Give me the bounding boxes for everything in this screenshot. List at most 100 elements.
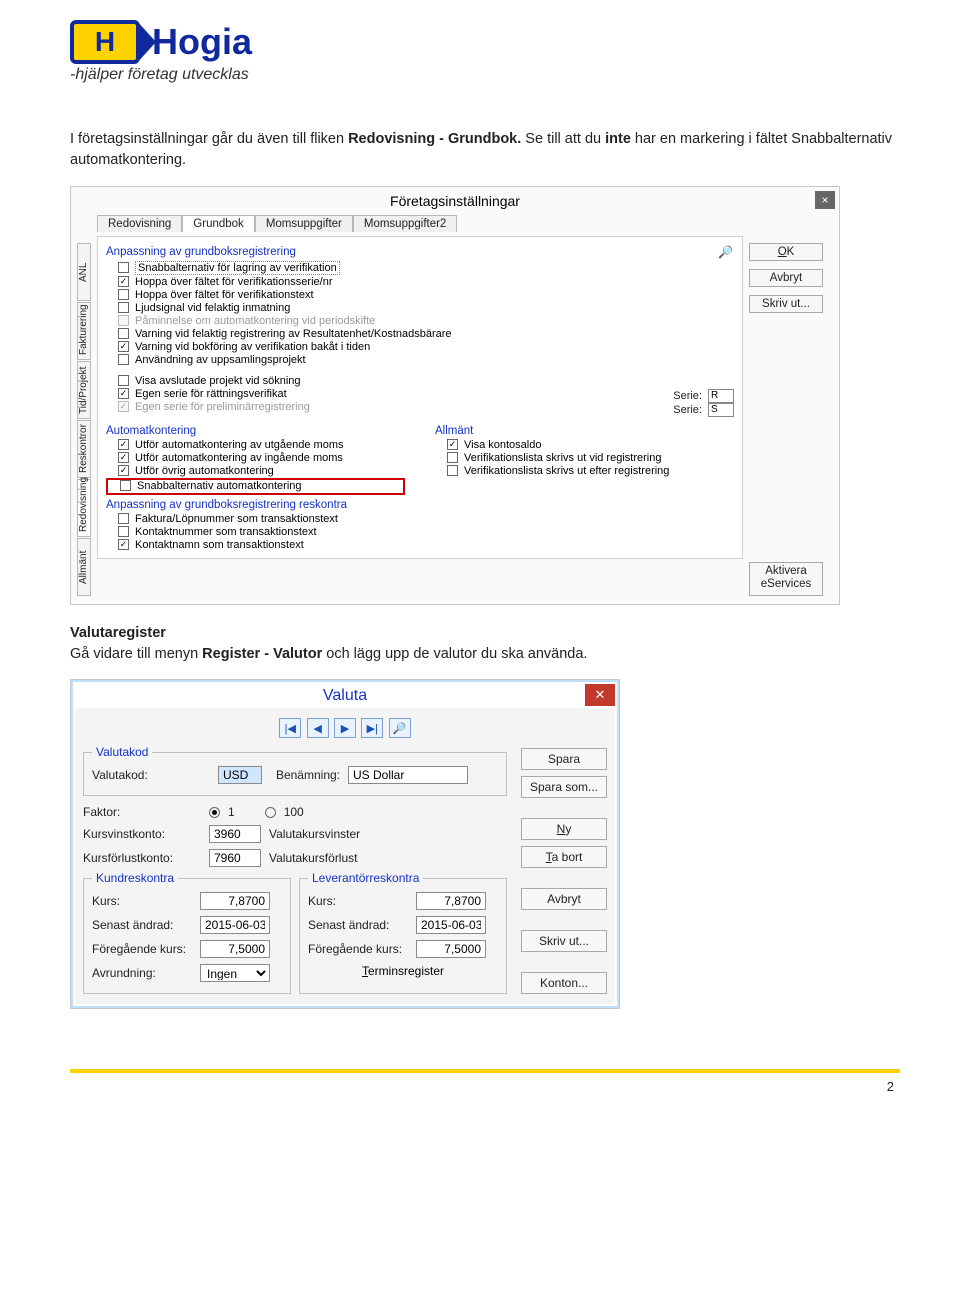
serie-s-input[interactable] — [708, 403, 734, 417]
tab-redovisning[interactable]: Redovisning — [97, 215, 182, 232]
avrundning-select[interactable]: Ingen — [200, 964, 270, 982]
vtab-reskontror[interactable]: Reskontror — [77, 420, 91, 478]
kund-fg-input[interactable] — [200, 940, 270, 958]
screenshot-foretagsinstallningar: × Företagsinställningar ANL Fakturering … — [70, 186, 840, 605]
nav-prev-icon[interactable]: ◀ — [307, 718, 329, 738]
logo-tagline: -hjälper företag utvecklas — [70, 66, 249, 84]
label-kursvinst: Kursvinstkonto: — [83, 827, 201, 841]
lev-kurs-input[interactable] — [416, 892, 486, 910]
valutakod-input[interactable] — [218, 766, 262, 784]
section-allmant: Allmänt — [435, 425, 734, 437]
kursvinst-text: Valutakursvinster — [269, 827, 360, 841]
kursforlust-input[interactable] — [209, 849, 261, 867]
label-senast: Senast ändrad: — [308, 918, 408, 932]
spara-som-button[interactable]: Spara som... — [521, 776, 607, 798]
vtab-anl[interactable]: ANL — [77, 243, 91, 301]
label-foregaende: Föregående kurs: — [92, 942, 192, 956]
brand-logo: H Hogia -hjälper företag utvecklas — [70, 20, 900, 84]
kursforlust-text: Valutakursförlust — [269, 851, 357, 865]
nav-first-icon[interactable]: |◀ — [279, 718, 301, 738]
ok-button[interactable]: OOKK — [749, 243, 823, 261]
nav-next-icon[interactable]: ▶ — [334, 718, 356, 738]
print-button[interactable]: Skriv ut... — [749, 295, 823, 313]
checkbox-row-snabb-auto[interactable]: Snabbalternativ automatkontering — [106, 478, 405, 495]
checkbox-row[interactable]: Kontaktnamn som transaktionstext — [106, 539, 734, 552]
tab-momsuppgifter2[interactable]: Momsuppgifter2 — [353, 215, 457, 232]
terminsregister-link[interactable]: Terminsregister — [362, 964, 444, 978]
checkbox-row[interactable]: Visa avslutade projekt vid sökning — [106, 375, 661, 388]
ta-bort-button[interactable]: Ta bort — [521, 846, 607, 868]
checkbox-row[interactable]: Ljudsignal vid felaktig inmatning — [106, 302, 734, 315]
radio-faktor-100[interactable] — [265, 807, 276, 818]
label-benamning: Benämning: — [270, 768, 340, 782]
instruction-paragraph-1: I företagsinställningar går du även till… — [70, 129, 900, 171]
label-kursforlust: Kursförlustkonto: — [83, 851, 201, 865]
vtab-fakturering[interactable]: Fakturering — [77, 302, 91, 360]
checkbox-row[interactable]: Faktura/Löpnummer som transaktionstext — [106, 513, 734, 526]
binoculars-icon[interactable]: 🔎 — [389, 718, 411, 738]
record-nav: |◀ ◀ ▶ ▶| 🔎 — [83, 714, 607, 744]
spara-button[interactable]: Spara — [521, 748, 607, 770]
avbryt-button[interactable]: Avbryt — [521, 888, 607, 910]
label-kurs: Kurs: — [308, 894, 408, 908]
checkbox-row[interactable]: Snabbalternativ för lagring av verifikat… — [106, 261, 734, 276]
close-icon[interactable]: × — [815, 191, 835, 209]
checkbox-row[interactable]: Hoppa över fältet för verifikationsserie… — [106, 276, 734, 289]
heading-valutaregister: Valutaregister — [70, 625, 166, 641]
vertical-tab-strip: ANL Fakturering Tid/Projekt Reskontror R… — [77, 215, 91, 596]
page-footer: 2 — [70, 1069, 900, 1094]
vtab-tidprojekt[interactable]: Tid/Projekt — [77, 361, 91, 419]
label-kurs: Kurs: — [92, 894, 192, 908]
dialog-button-column: OOKK Avbryt Skriv ut... AktiveraeService… — [749, 215, 833, 596]
skriv-ut-button[interactable]: Skriv ut... — [521, 930, 607, 952]
serie-label: Serie: — [673, 404, 702, 416]
konton-button[interactable]: Konton... — [521, 972, 607, 994]
checkbox-row[interactable]: Användning av uppsamlingsprojekt — [106, 354, 734, 367]
aktivera-eservices-button[interactable]: AktiveraeServices — [749, 562, 823, 596]
close-icon[interactable]: ✕ — [585, 684, 615, 706]
kund-kurs-input[interactable] — [200, 892, 270, 910]
nav-last-icon[interactable]: ▶| — [361, 718, 383, 738]
checkbox-row[interactable]: Varning vid bokföring av verifikation ba… — [106, 341, 734, 354]
checkbox-row[interactable]: Kontaktnummer som transaktionstext — [106, 526, 734, 539]
checkbox-row[interactable]: Utför automatkontering av ingående moms — [106, 452, 405, 465]
vtab-allmant[interactable]: Allmänt — [77, 538, 91, 596]
checkbox-row[interactable]: Varning vid felaktig registrering av Res… — [106, 328, 734, 341]
valuta-dialog-title: Valuta ✕ — [75, 684, 615, 708]
radio-faktor-1[interactable] — [209, 807, 220, 818]
checkbox-row[interactable]: Utför övrig automatkontering — [106, 465, 405, 478]
tab-momsuppgifter[interactable]: Momsuppgifter — [255, 215, 353, 232]
section-reskontra: Anpassning av grundboksregistrering resk… — [106, 499, 734, 511]
binoculars-icon[interactable]: 🔎 — [718, 245, 734, 259]
cancel-button[interactable]: Avbryt — [749, 269, 823, 287]
checkbox-row[interactable]: Hoppa över fältet för verifikationstext — [106, 289, 734, 302]
lev-senast-input[interactable] — [416, 916, 486, 934]
tab-grundbok[interactable]: Grundbok — [182, 215, 255, 232]
serie-r-input[interactable] — [708, 389, 734, 403]
checkbox-row[interactable]: Utför automatkontering av utgående moms — [106, 439, 405, 452]
checkbox-row[interactable]: Verifikationslista skrivs ut vid registr… — [435, 452, 734, 465]
fieldset-kundreskontra: Kundreskontra Kurs: Senast ändrad: Föreg… — [83, 878, 291, 994]
horizontal-tabs: Redovisning Grundbok Momsuppgifter Momsu… — [97, 215, 743, 232]
label-faktor: Faktor: — [83, 805, 201, 819]
checkbox-row[interactable]: Visa kontosaldo — [435, 439, 734, 452]
kund-senast-input[interactable] — [200, 916, 270, 934]
screenshot-valuta: Valuta ✕ |◀ ◀ ▶ ▶| 🔎 Valutakod — [70, 679, 620, 1009]
fieldset-levreskontra: Leverantörreskontra Kurs: Senast ändrad:… — [299, 878, 507, 994]
checkbox-row[interactable]: Egen serie för rättningsverifikat — [106, 388, 661, 401]
ny-button[interactable]: Ny — [521, 818, 607, 840]
valuta-button-column: Spara Spara som... Ny Ta bort Avbryt Skr… — [515, 744, 607, 994]
logo-mark: H — [70, 20, 140, 64]
kursvinst-input[interactable] — [209, 825, 261, 843]
label-valutakod: Valutakod: — [92, 768, 210, 782]
checkbox-row: Påminnelse om automatkontering vid perio… — [106, 315, 734, 328]
dialog-title: Företagsinställningar — [71, 187, 839, 215]
logo-word: Hogia — [152, 21, 252, 63]
label-senast: Senast ändrad: — [92, 918, 192, 932]
lev-fg-input[interactable] — [416, 940, 486, 958]
serie-label: Serie: — [673, 390, 702, 402]
benamning-input[interactable] — [348, 766, 468, 784]
label-foregaende: Föregående kurs: — [308, 942, 408, 956]
vtab-redovisning[interactable]: Redovisning — [77, 479, 91, 537]
checkbox-row[interactable]: Verifikationslista skrivs ut efter regis… — [435, 465, 734, 478]
